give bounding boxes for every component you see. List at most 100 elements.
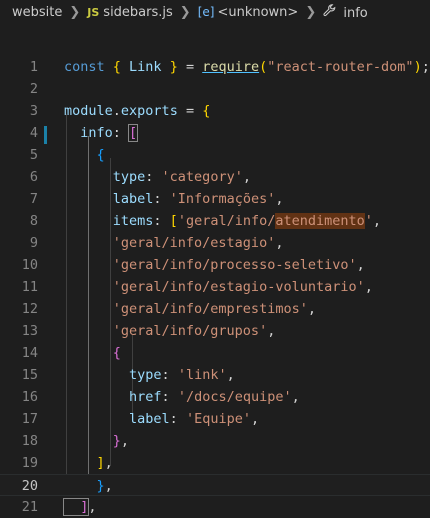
code-token: exports <box>120 103 186 119</box>
code-token: ] <box>64 455 105 471</box>
code-editor[interactable]: 1 const { Link } = require("react-router-… <box>0 48 430 516</box>
line-number: 5 <box>29 147 38 163</box>
code-token: : <box>169 411 186 427</box>
line-number: 4 <box>29 125 38 141</box>
code-text: module.exports = { <box>64 100 210 122</box>
code-token: } <box>64 478 105 494</box>
code-token: "react-router-dom" <box>267 59 414 75</box>
code-line[interactable]: 13 'geral/info/grupos', <box>0 320 430 342</box>
code-line[interactable]: 8 items: ['geral/info/atendimento', <box>0 210 430 232</box>
code-line[interactable]: 21 ], <box>0 496 430 518</box>
code-token: : <box>153 213 170 229</box>
code-token: , <box>364 279 373 295</box>
code-token: , <box>267 323 276 339</box>
code-line[interactable]: 5 { <box>0 144 430 166</box>
line-number: 15 <box>21 367 38 383</box>
code-token: label <box>64 411 170 427</box>
breadcrumb-symbol-label: <unknown> <box>217 4 299 20</box>
code-token: : <box>161 389 178 405</box>
code-line[interactable]: 9 'geral/info/estagio', <box>0 232 430 254</box>
line-number: 9 <box>29 235 38 251</box>
line-number: 19 <box>21 455 38 471</box>
code-text: { <box>64 144 105 166</box>
code-line[interactable]: 7 label: 'Informações', <box>0 188 430 210</box>
code-token: , <box>242 169 251 185</box>
breadcrumb-file-label: sidebars.js <box>103 4 173 20</box>
line-number: 2 <box>29 81 38 97</box>
code-token: 'category' <box>161 169 243 185</box>
breadcrumb-symbol[interactable]: [e] <unknown> <box>198 5 299 20</box>
line-number: 16 <box>21 389 38 405</box>
code-token: info <box>64 125 113 141</box>
code-token: ' <box>364 213 373 229</box>
chevron-right-icon: ❯ <box>69 4 81 20</box>
code-token: Link <box>129 59 170 75</box>
code-token: ) <box>413 59 422 75</box>
code-token: { <box>112 59 130 75</box>
code-line[interactable]: 18 }, <box>0 430 430 452</box>
code-line[interactable]: 19 ], <box>0 452 430 474</box>
code-text: ], <box>62 496 97 518</box>
code-token: 'link' <box>177 367 227 383</box>
code-token: , <box>88 499 97 515</box>
code-line[interactable]: 2 <box>0 78 430 100</box>
code-text: type: 'category', <box>64 166 251 188</box>
code-text: href: '/docs/equipe', <box>64 386 300 408</box>
code-token: 'geral/info/ <box>177 213 276 229</box>
code-text: items: ['geral/info/atendimento', <box>64 210 381 232</box>
code-text: ], <box>64 452 113 474</box>
modified-line-indicator[interactable] <box>44 126 47 144</box>
code-token: : <box>112 125 130 141</box>
code-token: , <box>356 257 365 273</box>
line-number: 14 <box>21 345 38 361</box>
code-line[interactable]: 1 const { Link } = require("react-router-… <box>0 56 430 78</box>
code-token: , <box>250 411 260 427</box>
code-token: = <box>185 59 203 75</box>
code-line[interactable]: 11 'geral/info/estagio-voluntario', <box>0 276 430 298</box>
code-line[interactable]: 14 { <box>0 342 430 364</box>
line-number: 21 <box>21 499 38 515</box>
code-line[interactable]: 16 href: '/docs/equipe', <box>0 386 430 408</box>
line-number: 7 <box>29 191 38 207</box>
code-token: type <box>64 169 146 185</box>
code-line[interactable]: 4 info: [ <box>0 122 430 144</box>
code-token: { <box>64 147 105 163</box>
breadcrumb-property[interactable]: info <box>323 3 368 21</box>
breadcrumb: website ❯ JS sidebars.js ❯ [e] <unknown> ❯… <box>0 0 430 24</box>
code-line[interactable]: 17 label: 'Equipe', <box>0 408 430 430</box>
code-token: type <box>64 367 162 383</box>
breadcrumb-folder[interactable]: website <box>12 5 62 20</box>
variable-symbol-icon: [e] <box>197 4 215 19</box>
code-text: }, <box>64 475 113 497</box>
code-token: 'geral/info/grupos' <box>64 323 268 339</box>
code-token: , <box>120 433 130 449</box>
code-token: } <box>64 433 121 449</box>
code-text: }, <box>64 430 129 452</box>
code-text: 'geral/info/estagio', <box>64 232 284 254</box>
code-token: , <box>104 455 113 471</box>
line-number: 1 <box>29 59 38 75</box>
code-line[interactable]: 15 type: 'link', <box>0 364 430 386</box>
code-token: , <box>104 478 113 494</box>
code-line[interactable]: 12 'geral/info/emprestimos', <box>0 298 430 320</box>
code-line[interactable]: 3 module.exports = { <box>0 100 430 122</box>
code-token: 'Informações' <box>169 191 276 207</box>
code-line[interactable]: 6 type: 'category', <box>0 166 430 188</box>
code-text: info: [ <box>64 122 139 144</box>
code-line[interactable]: 10 'geral/info/processo-seletivo', <box>0 254 430 276</box>
code-token: label <box>64 191 154 207</box>
code-token: 'Equipe' <box>185 411 251 427</box>
breadcrumb-file[interactable]: JS sidebars.js <box>87 5 173 20</box>
line-number: 12 <box>21 301 38 317</box>
code-token: '/docs/equipe' <box>177 389 292 405</box>
code-text: label: 'Informações', <box>64 188 284 210</box>
code-line[interactable]: 20 }, <box>0 474 430 496</box>
line-number: 17 <box>21 411 38 427</box>
code-token: , <box>275 235 284 251</box>
line-number: 6 <box>29 169 38 185</box>
wrench-icon <box>323 3 340 21</box>
code-token: href <box>64 389 162 405</box>
code-text: 'geral/info/emprestimos', <box>64 298 316 320</box>
code-token: items <box>64 213 154 229</box>
code-token: 'geral/info/processo-seletivo' <box>64 257 357 273</box>
